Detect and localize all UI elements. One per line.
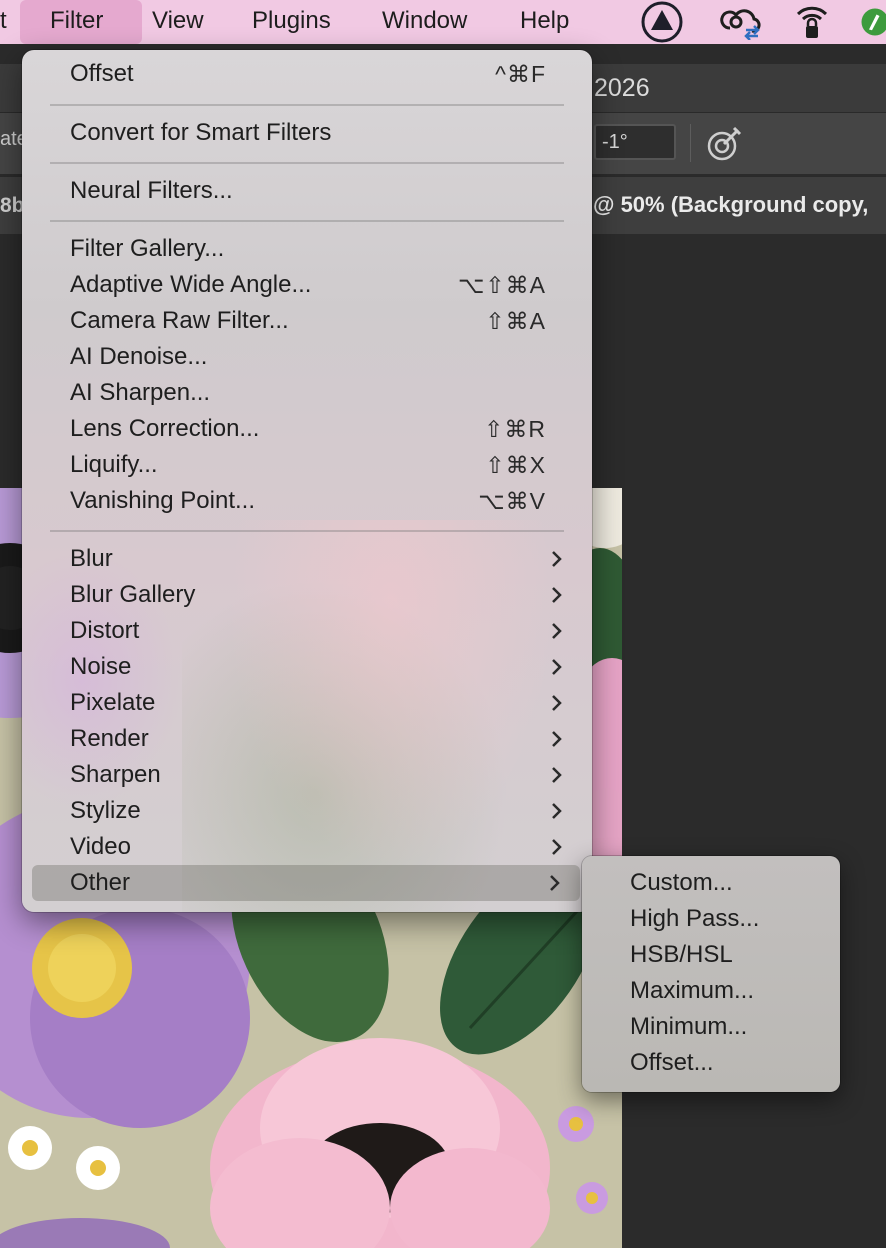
menu-item-offset[interactable]: Offset ^⌘F	[22, 56, 592, 92]
menu-item-neural-filters[interactable]: Neural Filters...	[22, 173, 592, 209]
target-brush-icon[interactable]	[704, 124, 744, 169]
menu-item-pixelate[interactable]: Pixelate	[22, 685, 592, 721]
menu-item-label: Sharpen	[70, 761, 161, 788]
menu-item-label: Pixelate	[70, 689, 156, 716]
menu-window[interactable]: Window	[372, 0, 477, 44]
menu-item-label: Adaptive Wide Angle...	[70, 271, 312, 298]
menu-edit-clipped[interactable]: t	[0, 0, 17, 44]
menu-plugins[interactable]: Plugins	[242, 0, 341, 44]
menu-item-label: AI Denoise...	[70, 343, 208, 370]
other-submenu: Custom... High Pass... HSB/HSL Maximum..…	[582, 856, 840, 1092]
menu-item-stylize[interactable]: Stylize	[22, 793, 592, 829]
menu-item-lens-correction[interactable]: Lens Correction... ⇧⌘R	[22, 411, 592, 447]
menu-item-label: Camera Raw Filter...	[70, 307, 289, 334]
menu-item-shortcut: ⇧⌘R	[484, 416, 546, 442]
chevron-right-icon	[552, 551, 562, 567]
submenu-item-label: HSB/HSL	[630, 941, 733, 968]
submenu-item-label: Minimum...	[630, 1013, 748, 1040]
menu-item-shortcut: ⇧⌘X	[485, 452, 546, 478]
menu-separator	[50, 220, 564, 222]
menu-item-label: Liquify...	[70, 451, 158, 478]
menu-separator	[50, 104, 564, 106]
menu-item-camera-raw-filter[interactable]: Camera Raw Filter... ⇧⌘A	[22, 303, 592, 339]
menu-item-shortcut: ⇧⌘A	[485, 308, 546, 334]
menu-item-shortcut: ⌥⌘V	[478, 488, 546, 514]
menu-item-shortcut: ⌥⇧⌘A	[457, 272, 546, 298]
menu-item-render[interactable]: Render	[22, 721, 592, 757]
menu-item-ai-denoise[interactable]: AI Denoise...	[22, 339, 592, 375]
menu-item-label: Noise	[70, 653, 132, 680]
chevron-right-icon	[552, 695, 562, 711]
submenu-item-minimum[interactable]: Minimum...	[582, 1009, 840, 1045]
menu-item-label: Other	[70, 869, 131, 896]
menu-view[interactable]: View	[142, 0, 214, 44]
submenu-item-custom[interactable]: Custom...	[582, 865, 840, 901]
menu-item-ai-sharpen[interactable]: AI Sharpen...	[22, 375, 592, 411]
menu-item-filter-gallery[interactable]: Filter Gallery...	[22, 231, 592, 267]
menu-separator	[50, 530, 564, 532]
menu-item-label: Filter Gallery...	[70, 235, 225, 262]
menu-item-convert-smart-filters[interactable]: Convert for Smart Filters	[22, 115, 592, 151]
submenu-item-hsb-hsl[interactable]: HSB/HSL	[582, 937, 840, 973]
menu-item-label: Distort	[70, 617, 140, 644]
submenu-item-maximum[interactable]: Maximum...	[582, 973, 840, 1009]
app-icon[interactable]	[860, 0, 886, 44]
menu-item-sharpen[interactable]: Sharpen	[22, 757, 592, 793]
chevron-right-icon	[552, 803, 562, 819]
options-divider	[690, 124, 691, 162]
menu-item-vanishing-point[interactable]: Vanishing Point... ⌥⌘V	[22, 483, 592, 519]
menu-item-other[interactable]: Other	[32, 865, 580, 901]
submenu-item-label: Maximum...	[630, 977, 755, 1004]
menu-separator	[50, 162, 564, 164]
menu-item-distort[interactable]: Distort	[22, 613, 592, 649]
document-tab[interactable]: @ 50% (Background copy,	[593, 192, 868, 218]
menu-item-label: Blur Gallery	[70, 581, 196, 608]
menu-item-label: Neural Filters...	[70, 177, 233, 204]
menu-item-label: AI Sharpen...	[70, 379, 211, 406]
menu-item-label: Stylize	[70, 797, 141, 824]
menu-item-label: Vanishing Point...	[70, 487, 256, 514]
menu-item-label: Render	[70, 725, 149, 752]
chevron-right-icon	[550, 875, 560, 891]
menu-item-label: Lens Correction...	[70, 415, 260, 442]
wifi-lock-icon[interactable]	[790, 0, 834, 44]
chevron-right-icon	[552, 623, 562, 639]
chevron-right-icon	[552, 659, 562, 675]
submenu-item-offset[interactable]: Offset...	[582, 1045, 840, 1081]
menu-item-blur-gallery[interactable]: Blur Gallery	[22, 577, 592, 613]
menu-item-adaptive-wide-angle[interactable]: Adaptive Wide Angle... ⌥⇧⌘A	[22, 267, 592, 303]
menu-item-label: Video	[70, 833, 131, 860]
menu-item-noise[interactable]: Noise	[22, 649, 592, 685]
menu-item-shortcut: ^⌘F	[495, 61, 546, 87]
submenu-item-label: Custom...	[630, 869, 733, 896]
submenu-item-label: Offset...	[630, 1049, 714, 1076]
menu-item-blur[interactable]: Blur	[22, 541, 592, 577]
creative-cloud-sync-icon[interactable]	[714, 0, 766, 44]
menu-help[interactable]: Help	[510, 0, 579, 44]
menu-item-label: Convert for Smart Filters	[70, 119, 332, 146]
tab-left-fragment: 8b	[0, 194, 25, 217]
filter-menu: Offset ^⌘F Convert for Smart Filters Neu…	[22, 50, 592, 912]
menu-item-label: Offset	[70, 60, 134, 87]
angle-field[interactable]: -1°	[594, 124, 676, 160]
submenu-item-high-pass[interactable]: High Pass...	[582, 901, 840, 937]
chevron-right-icon	[552, 839, 562, 855]
document-title-fragment: 2026	[594, 74, 650, 102]
chevron-right-icon	[552, 767, 562, 783]
chevron-right-icon	[552, 731, 562, 747]
triangle-circle-icon[interactable]	[638, 0, 686, 44]
menu-item-video[interactable]: Video	[22, 829, 592, 865]
menu-bar: t Filter View Plugins Window Help	[0, 0, 886, 44]
chevron-right-icon	[552, 587, 562, 603]
menu-filter[interactable]: Filter	[20, 0, 142, 44]
menu-item-liquify[interactable]: Liquify... ⇧⌘X	[22, 447, 592, 483]
menu-item-label: Blur	[70, 545, 113, 572]
submenu-item-label: High Pass...	[630, 905, 760, 932]
